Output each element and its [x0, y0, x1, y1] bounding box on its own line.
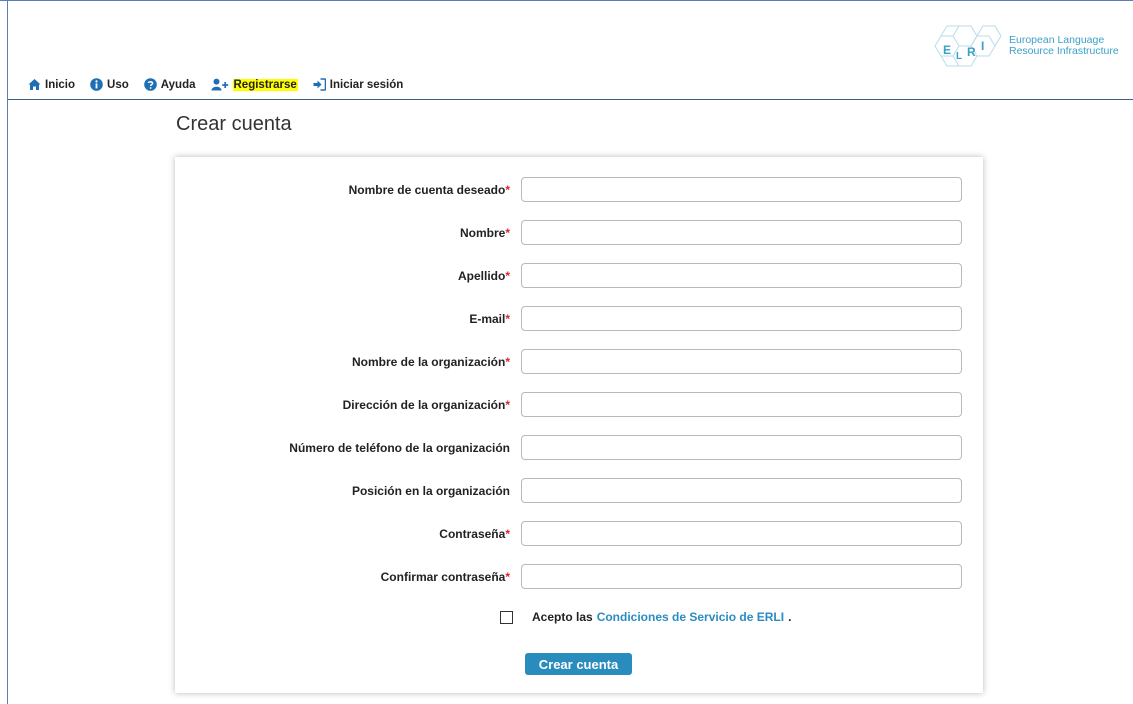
field-row-org-phone: Número de teléfono de la organización [175, 435, 983, 461]
field-row-username: Nombre de cuenta deseado* [175, 177, 983, 203]
nav-inicio[interactable]: Inicio [28, 78, 75, 91]
nav-iniciar-sesion[interactable]: Iniciar sesión [313, 78, 404, 91]
field-row-confirm-password: Confirmar contraseña* [175, 564, 983, 590]
required-marker: * [505, 355, 510, 369]
field-label: Contraseña* [439, 527, 510, 541]
info-icon [90, 78, 103, 91]
window-left-border [7, 0, 8, 704]
org-position-input[interactable] [521, 478, 962, 503]
org-name-input[interactable] [521, 349, 962, 374]
password-input[interactable] [521, 521, 962, 546]
help-icon [143, 78, 157, 91]
username-input[interactable] [521, 177, 962, 202]
main-nav: Inicio Uso Ayuda Registrarse Iniciar ses… [28, 78, 418, 91]
field-row-org-position: Posición en la organización [175, 478, 983, 504]
field-row-org-name: Nombre de la organización* [175, 349, 983, 375]
required-marker: * [505, 570, 510, 584]
nav-label: Ayuda [160, 78, 196, 91]
org-phone-input[interactable] [521, 435, 962, 460]
nav-label: Iniciar sesión [329, 78, 404, 91]
field-label: Nombre* [459, 226, 510, 240]
sign-in-icon [313, 78, 327, 91]
field-label: Confirmar contraseña* [380, 570, 510, 584]
terms-link[interactable]: Condiciones de Servicio de ERLI [597, 610, 784, 624]
nav-registrarse[interactable]: Registrarse [211, 78, 298, 91]
terms-prefix: Acepto las [532, 610, 593, 624]
required-marker: * [505, 312, 510, 326]
field-row-first-name: Nombre* [175, 220, 983, 246]
required-marker: * [505, 527, 510, 541]
erli-logo[interactable]: E L R I European Language Resource Infra… [921, 16, 1133, 76]
field-row-last-name: Apellido* [175, 263, 983, 289]
logo-line-2: Resource Infrastructure [1009, 45, 1119, 57]
first-name-input[interactable] [521, 220, 962, 245]
field-label: Dirección de la organización* [342, 398, 510, 412]
logo-letter-r: R [967, 45, 976, 59]
create-account-button[interactable]: Crear cuenta [525, 653, 632, 675]
field-row-password: Contraseña* [175, 521, 983, 547]
field-label: Nombre de cuenta deseado* [348, 183, 510, 197]
erli-logo-mark: E L R I [934, 25, 1002, 67]
field-label: Posición en la organización [351, 484, 510, 498]
nav-label: Uso [107, 78, 129, 91]
terms-suffix: . [788, 610, 792, 624]
nav-uso[interactable]: Uso [90, 78, 129, 91]
header-divider [8, 99, 1133, 100]
required-marker: * [505, 183, 510, 197]
nav-label: Registrarse [232, 78, 298, 91]
org-address-input[interactable] [521, 392, 962, 417]
logo-letter-i: I [981, 39, 984, 53]
home-icon [28, 78, 41, 91]
logo-letter-l: L [956, 51, 962, 62]
add-user-icon [211, 78, 229, 91]
terms-row: Acepto las Condiciones de Servicio de ER… [500, 610, 791, 624]
field-label: Nombre de la organización* [351, 355, 510, 369]
required-marker: * [505, 226, 510, 240]
logo-caption: European Language Resource Infrastructur… [1009, 35, 1119, 57]
field-label: Apellido* [457, 269, 510, 283]
email-input[interactable] [521, 306, 962, 331]
field-label: E-mail* [469, 312, 510, 326]
last-name-input[interactable] [521, 263, 962, 288]
field-label: Número de teléfono de la organización [289, 441, 510, 455]
nav-ayuda[interactable]: Ayuda [143, 78, 196, 91]
required-marker: * [505, 398, 510, 412]
page-title: Crear cuenta [176, 113, 292, 135]
logo-letter-e: E [943, 43, 951, 57]
field-row-org-address: Dirección de la organización* [175, 392, 983, 418]
nav-label: Inicio [45, 78, 76, 91]
required-marker: * [505, 269, 510, 283]
create-account-form: Nombre de cuenta deseado* Nombre* Apelli… [175, 157, 983, 693]
field-row-email: E-mail* [175, 306, 983, 332]
confirm-password-input[interactable] [521, 564, 962, 589]
terms-checkbox[interactable] [500, 610, 513, 624]
